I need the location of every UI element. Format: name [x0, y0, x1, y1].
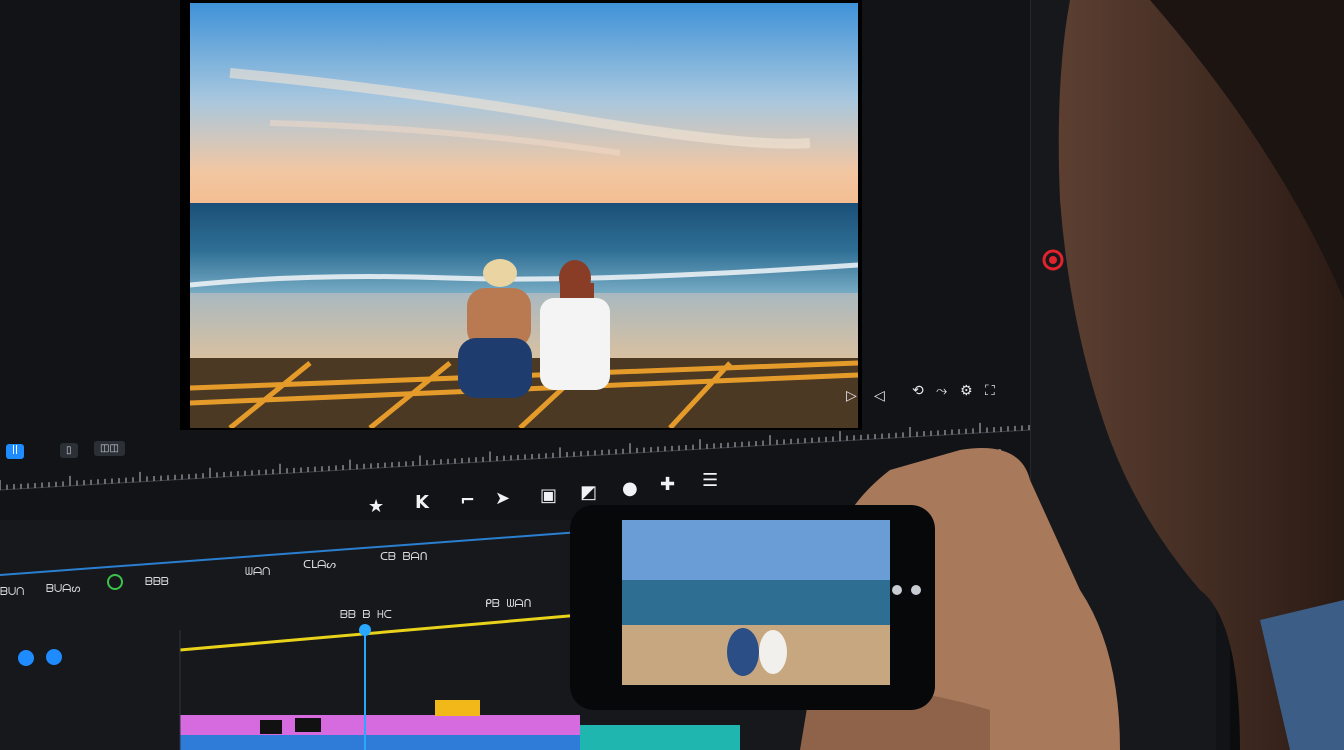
- person-foreground: [1058, 0, 1344, 750]
- screen-icon[interactable]: ▣: [540, 485, 557, 506]
- arrow-icon[interactable]: ➤: [495, 488, 510, 509]
- fullscreen-icon[interactable]: ⛶: [985, 383, 995, 399]
- timeline-label-4: ᗯᗩᑎ: [245, 565, 271, 578]
- loop-icon[interactable]: ⟲: [912, 383, 924, 399]
- timeline-label-5: ᑕᒪᗩᔕ: [303, 558, 337, 571]
- timeline-label-7: ᗷᗷ ᗷ ᕼᑕ: [340, 608, 392, 621]
- timeline-label-2: ᗷᑌᗩᔕ: [46, 582, 81, 595]
- settings-icon[interactable]: ⚙: [960, 383, 973, 399]
- share-icon[interactable]: ⤳: [936, 383, 947, 399]
- preview-frame-beach: [190, 3, 858, 428]
- timeline-label-1: ᗷᑌᑎ: [0, 585, 25, 598]
- timeline-label-6: ᑕᗷ ᗷᗩᑎ: [380, 550, 428, 563]
- star-icon[interactable]: ★: [368, 496, 384, 517]
- bracket-icon[interactable]: ⌐: [460, 490, 475, 511]
- timeline-label-3: ᗷᗷᗷ: [145, 575, 169, 588]
- timeline-label-8: ᑭᗷ ᗯᗩᑎ: [485, 597, 532, 610]
- k-icon[interactable]: K: [415, 492, 429, 513]
